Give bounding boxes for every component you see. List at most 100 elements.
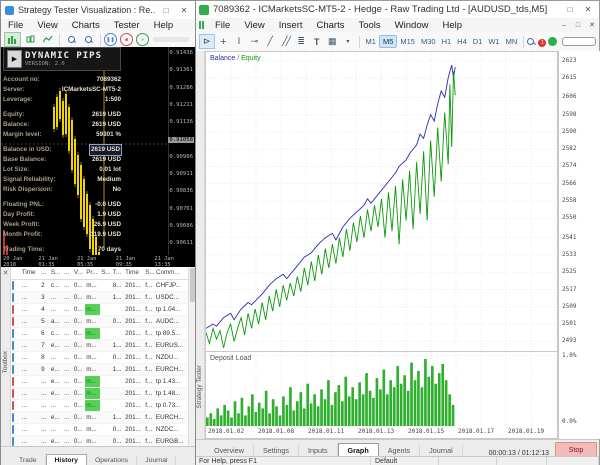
menu-file[interactable]: File (208, 20, 237, 31)
shapes-tool-icon[interactable]: ▦ (326, 35, 340, 48)
tab-trade[interactable]: Trade (11, 455, 46, 465)
menu-window[interactable]: Window (388, 20, 436, 31)
child-close-button[interactable]: ✕ (585, 21, 599, 29)
stop-button[interactable]: Stop (555, 442, 597, 457)
stop-playback-icon[interactable]: ■ (120, 33, 133, 46)
header-cell[interactable]: ... (63, 267, 73, 279)
fast-forward-icon[interactable]: » (136, 33, 149, 46)
table-row[interactable]: ............0...m...0...201...f...NZDC..… (11, 424, 188, 436)
bars-chart-icon[interactable] (4, 32, 21, 47)
table-row[interactable]: ......e......0...m...201...f...tp 1.48..… (11, 388, 188, 400)
menu-view[interactable]: View (30, 20, 64, 31)
timeframe-m30[interactable]: M30 (418, 36, 439, 47)
header-cell[interactable] (11, 267, 21, 279)
cell: m... (85, 436, 100, 446)
vertical-line-tool-icon[interactable]: ⵏ (232, 35, 246, 48)
zoom-out-icon[interactable] (81, 33, 96, 46)
zoom-in-icon[interactable] (64, 33, 79, 46)
header-cell[interactable]: Comm... (155, 267, 188, 279)
cell: ... (63, 328, 73, 339)
header-cell[interactable]: V... (73, 267, 85, 279)
timeframe-d1[interactable]: D1 (470, 36, 486, 47)
table-row[interactable]: ...6c......0...m...201...f...tp 89.5... (11, 328, 188, 340)
timeframe-m15[interactable]: M15 (397, 36, 418, 47)
table-row[interactable]: ......e......0...m...1...201...f...EURCH… (11, 412, 188, 424)
table-row[interactable]: ...3......0...m...1...201...f...USDC... (11, 292, 188, 304)
child-restore-button[interactable]: □ (571, 22, 585, 29)
toolbox-tabs-bar: TradeHistoryOperationsJournal (1, 446, 195, 465)
cell: ... (63, 400, 73, 411)
table-row[interactable]: ...8......0...m...0...201...f...NZDU... (11, 352, 188, 364)
tab-journal[interactable]: Journal (137, 455, 176, 465)
candles-chart-icon[interactable] (23, 33, 38, 46)
tester-tab-graph[interactable]: Graph (338, 443, 379, 457)
table-row[interactable]: ...5a......0...m...0...201...f...AUDC... (11, 316, 188, 328)
speed-slider[interactable] (153, 37, 189, 42)
strategy-tester-side-tab[interactable]: Strategy Tester (195, 51, 205, 439)
header-cell[interactable]: ... (40, 267, 50, 279)
history-table[interactable]: Time...S......V...Pr...S...T...TimeS...C… (11, 267, 188, 446)
table-row[interactable]: ......e......0...m...201...f...tp 1.43..… (11, 376, 188, 388)
header-cell[interactable]: Time (21, 267, 40, 279)
menu-tester[interactable]: Tester (107, 20, 147, 31)
header-cell[interactable]: Time (124, 267, 144, 279)
timeframe-m5[interactable]: M5 (379, 35, 397, 48)
visualizer-close-button[interactable]: ✕ (177, 6, 191, 15)
algo-trading-icon[interactable] (548, 37, 556, 46)
table-row[interactable]: ...7e......0...m...1...201...f...EURUS..… (11, 340, 188, 352)
tools-dropdown-icon[interactable]: ▾ (341, 35, 355, 48)
cell: f... (144, 424, 155, 435)
text-tool-icon[interactable]: T (310, 35, 324, 48)
x-tick: 2018.01.13 (358, 428, 394, 435)
table-row[interactable]: ...2c......0...m...8...201...f...CHFJP..… (11, 280, 188, 292)
timeframe-m1[interactable]: M1 (363, 36, 379, 47)
line-chart-icon[interactable] (40, 33, 55, 46)
close-button[interactable]: ✕ (581, 5, 595, 14)
trendline-tool-icon[interactable]: ╱ (263, 35, 277, 48)
terminal-titlebar[interactable]: 7089362 - ICMarketsSC-MT5-2 - Hedge - Ra… (195, 1, 599, 19)
table-row[interactable]: ......e......0...m...0...201...f...EURGB… (11, 436, 188, 446)
header-cell[interactable]: T... (112, 267, 124, 279)
crosshair-tool-icon[interactable]: + (217, 35, 231, 48)
tab-history[interactable]: History (46, 454, 87, 465)
menu-view[interactable]: View (237, 20, 271, 31)
header-cell[interactable]: S... (144, 267, 155, 279)
table-row[interactable]: ............0...m...201...f...tp 0.73... (11, 400, 188, 412)
timeframe-h1[interactable]: H1 (439, 36, 455, 47)
timeframe-w1[interactable]: W1 (485, 36, 502, 47)
fibonacci-tool-icon[interactable]: ≣ (294, 35, 308, 48)
menu-help[interactable]: Help (147, 20, 181, 31)
menu-file[interactable]: File (1, 20, 30, 31)
chart-child-icon (195, 21, 208, 29)
search-icon[interactable] (527, 38, 534, 46)
cursor-tool-icon[interactable]: ⊳ (199, 34, 215, 49)
cell: f... (144, 436, 155, 446)
horizontal-line-tool-icon[interactable]: ⊸ (248, 35, 262, 48)
timeframe-mn[interactable]: MN (503, 36, 521, 47)
cell: ... (50, 292, 63, 303)
header-cell[interactable]: S... (50, 267, 63, 279)
toolbox-close-icon[interactable]: ✕ (3, 269, 9, 277)
maximize-button[interactable]: □ (563, 5, 577, 14)
header-cell[interactable]: Pr... (85, 267, 100, 279)
channel-tool-icon[interactable]: ╱╱ (279, 35, 293, 48)
tab-operations[interactable]: Operations (87, 455, 137, 465)
table-row[interactable]: ...9e......0...m...1...201...f...EURCH..… (11, 364, 188, 376)
info-value: 1:500 (105, 95, 121, 105)
menu-tools[interactable]: Tools (351, 20, 387, 31)
visualizer-chart[interactable]: 0.914360.913610.912860.912110.911360.910… (1, 47, 195, 255)
cell: ... (21, 388, 40, 399)
table-row[interactable]: ...4......0...m...201...f...tp 1.04... (11, 304, 188, 316)
pause-icon[interactable]: ❚❚ (104, 33, 117, 46)
visualizer-titlebar[interactable]: Strategy Tester Visualization : Re... □ … (1, 1, 195, 20)
menu-charts[interactable]: Charts (310, 20, 352, 31)
menu-charts[interactable]: Charts (65, 20, 107, 31)
header-cell[interactable]: S... (100, 267, 112, 279)
timeframe-h4[interactable]: H4 (454, 36, 470, 47)
history-scrollbar[interactable] (188, 267, 195, 446)
visualizer-maximize-button[interactable]: □ (159, 6, 173, 15)
menu-help[interactable]: Help (435, 20, 469, 31)
tester-graph-area[interactable]: Balance / Equity Deposit Load 2018.01.02… (205, 51, 558, 439)
child-minimize-button[interactable]: – (557, 22, 571, 29)
menu-insert[interactable]: Insert (272, 20, 310, 31)
